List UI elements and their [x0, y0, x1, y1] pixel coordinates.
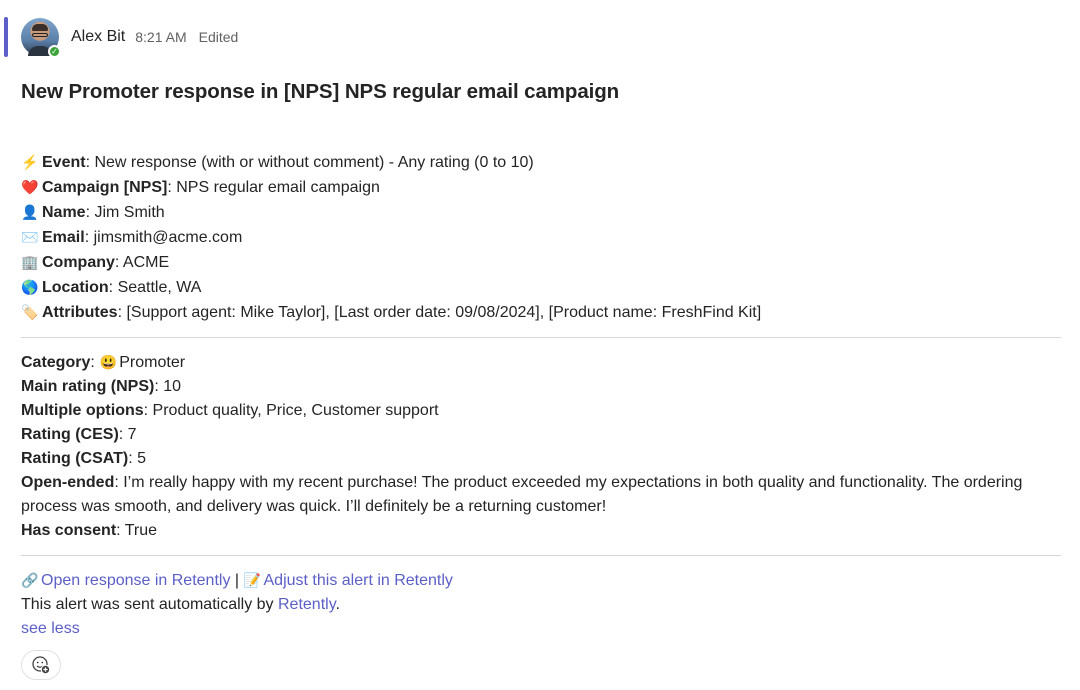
lightning-icon: ⚡ [21, 154, 39, 170]
adjust-alert-link[interactable]: Adjust this alert in Retently [264, 572, 453, 589]
presence-available-icon: ✓ [48, 45, 61, 58]
footer-links: 🔗 Open response in Retently | 📝 Adjust thi… [21, 568, 1061, 593]
sent-by-text: This alert was sent automatically by Ret… [21, 596, 340, 613]
response-csat: Rating (CSAT): 5 [21, 450, 147, 467]
author-name[interactable]: Alex Bit [71, 28, 125, 46]
envelope-icon: ✉️ [21, 229, 39, 245]
add-emoji-icon [32, 656, 51, 675]
message-header: ✓ Alex Bit 8:21 AM Edited [21, 18, 239, 58]
office-building-icon: 🏢 [21, 254, 39, 270]
detail-company: 🏢 Company: ACME [21, 250, 1061, 275]
response-options: Multiple options: Product quality, Price… [21, 402, 439, 419]
detail-email: ✉️ Email: jimsmith@acme.com [21, 225, 1061, 250]
edited-label: Edited [198, 29, 239, 45]
response-ces: Rating (CES): 7 [21, 426, 137, 443]
globe-icon: 🌎 [21, 279, 39, 295]
avatar[interactable]: ✓ [21, 18, 61, 58]
detail-event: ⚡ Event: New response (with or without co… [21, 150, 1061, 175]
memo-icon: 📝 [243, 572, 261, 588]
see-less-link[interactable]: see less [21, 620, 80, 637]
message-timestamp: 8:21 AM [135, 29, 187, 45]
divider [21, 555, 1061, 556]
response-nps: Main rating (NPS): 10 [21, 378, 182, 395]
person-icon: 👤 [21, 204, 39, 220]
message-accent-bar [4, 17, 8, 57]
link-icon: 🔗 [21, 572, 39, 588]
add-reaction-button[interactable] [21, 650, 61, 680]
message-title: New Promoter response in [NPS] NPS regul… [21, 80, 620, 103]
response-category: Category: 😃 Promoter [21, 350, 1061, 375]
smiley-face-icon: 😃 [99, 354, 117, 370]
detail-location: 🌎 Location: Seattle, WA [21, 275, 1061, 300]
detail-name: 👤 Name: Jim Smith [21, 200, 1061, 225]
detail-attributes: 🏷️ Attributes: [Support agent: Mike Taylo… [21, 300, 1061, 325]
response-open-ended: Open-ended: I’m really happy with my rec… [21, 474, 1023, 515]
retently-link[interactable]: Retently [278, 596, 336, 613]
heart-icon: ❤️ [21, 179, 39, 195]
detail-campaign: ❤️ Campaign [NPS]: NPS regular email camp… [21, 175, 1061, 200]
label-tag-icon: 🏷️ [21, 304, 39, 320]
divider [21, 337, 1061, 338]
open-response-link[interactable]: Open response in Retently [41, 572, 230, 589]
message-body: ⚡ Event: New response (with or without co… [21, 150, 1061, 641]
response-consent: Has consent: True [21, 522, 158, 539]
